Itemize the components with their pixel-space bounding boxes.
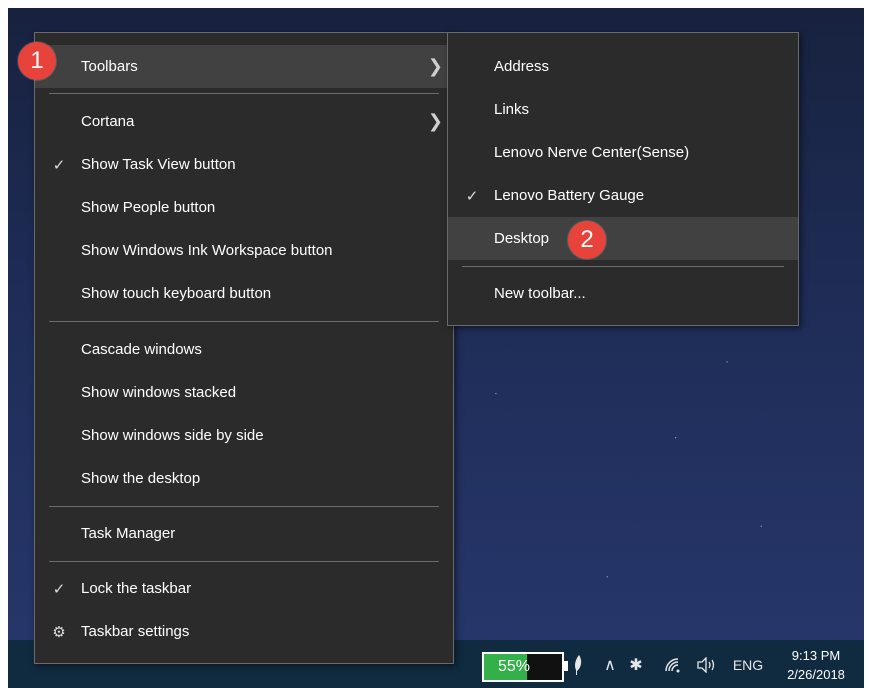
menu-item-label: Taskbar settings bbox=[81, 623, 190, 640]
battery-percent: 55% bbox=[498, 658, 531, 675]
gear-icon: ⚙ bbox=[52, 623, 66, 641]
menu-item-task-manager[interactable]: Task Manager bbox=[35, 512, 453, 555]
submenu-item-address[interactable]: Address bbox=[448, 45, 798, 88]
clock-time: 9:13 PM bbox=[791, 648, 841, 663]
bluetooth-gear-icon[interactable]: ✱ bbox=[626, 653, 646, 677]
chevron-up-icon[interactable]: ∧ bbox=[600, 653, 620, 677]
menu-item-show-touch-keyboard[interactable]: Show touch keyboard button bbox=[35, 272, 453, 315]
menu-divider bbox=[462, 266, 784, 267]
chevron-right-icon: ❯ bbox=[427, 56, 443, 76]
menu-item-label: Show windows stacked bbox=[81, 384, 237, 401]
menu-item-label: Show windows side by side bbox=[81, 427, 264, 444]
menu-item-label: Links bbox=[494, 101, 530, 118]
feather-icon[interactable] bbox=[570, 653, 586, 677]
step-badge-1: 1 bbox=[18, 42, 56, 80]
menu-item-label: New toolbar... bbox=[494, 285, 586, 302]
menu-item-label: Show Task View button bbox=[81, 156, 236, 173]
menu-item-label: Lenovo Battery Gauge bbox=[494, 187, 645, 204]
toolbars-submenu: Address Links Lenovo Nerve Center(Sense)… bbox=[447, 32, 799, 326]
step-badge-2: 2 bbox=[568, 221, 606, 259]
menu-item-show-people[interactable]: Show People button bbox=[35, 186, 453, 229]
submenu-item-desktop[interactable]: Desktop bbox=[448, 217, 798, 260]
check-icon: ✓ bbox=[52, 580, 66, 598]
menu-item-toolbars[interactable]: Toolbars ❯ bbox=[35, 45, 453, 88]
menu-item-label: Show Windows Ink Workspace button bbox=[81, 242, 333, 259]
menu-item-label: Cascade windows bbox=[81, 341, 202, 358]
menu-item-label: Toolbars bbox=[81, 58, 138, 75]
battery-gauge[interactable]: 55% bbox=[482, 652, 568, 682]
menu-item-show-desktop[interactable]: Show the desktop bbox=[35, 457, 453, 500]
menu-item-label: Show touch keyboard button bbox=[81, 285, 272, 302]
menu-item-side-by-side[interactable]: Show windows side by side bbox=[35, 414, 453, 457]
submenu-item-new-toolbar[interactable]: New toolbar... bbox=[448, 272, 798, 315]
menu-divider bbox=[49, 561, 439, 562]
menu-item-cascade-windows[interactable]: Cascade windows bbox=[35, 328, 453, 371]
clock[interactable]: 9:13 PM 2/26/2018 bbox=[776, 646, 856, 684]
battery-nub bbox=[564, 661, 568, 671]
menu-item-label: Desktop bbox=[494, 230, 550, 247]
menu-item-lock-taskbar[interactable]: ✓ Lock the taskbar bbox=[35, 567, 453, 610]
menu-item-label: Task Manager bbox=[81, 525, 176, 542]
menu-item-label: Cortana bbox=[81, 113, 135, 130]
wifi-icon[interactable] bbox=[662, 653, 684, 677]
language-indicator[interactable]: ENG bbox=[730, 653, 766, 677]
menu-item-show-ink-workspace[interactable]: Show Windows Ink Workspace button bbox=[35, 229, 453, 272]
menu-divider bbox=[49, 321, 439, 322]
menu-item-label: Lock the taskbar bbox=[81, 580, 192, 597]
chevron-right-icon: ❯ bbox=[427, 111, 443, 131]
clock-date: 2/26/2018 bbox=[787, 667, 845, 682]
submenu-item-links[interactable]: Links bbox=[448, 88, 798, 131]
menu-divider bbox=[49, 506, 439, 507]
menu-item-windows-stacked[interactable]: Show windows stacked bbox=[35, 371, 453, 414]
taskbar-context-menu: Toolbars ❯ Cortana ❯ ✓ Show Task View bu… bbox=[34, 32, 454, 664]
menu-divider bbox=[49, 93, 439, 94]
menu-item-show-task-view[interactable]: ✓ Show Task View button bbox=[35, 143, 453, 186]
menu-item-label: Lenovo Nerve Center(Sense) bbox=[494, 144, 690, 161]
submenu-item-lenovo-battery-gauge[interactable]: ✓ Lenovo Battery Gauge bbox=[448, 174, 798, 217]
menu-item-label: Show People button bbox=[81, 199, 216, 216]
menu-item-cortana[interactable]: Cortana ❯ bbox=[35, 100, 453, 143]
check-icon: ✓ bbox=[465, 187, 479, 205]
check-icon: ✓ bbox=[52, 156, 66, 174]
menu-item-label: Show the desktop bbox=[81, 470, 201, 487]
menu-item-label: Address bbox=[494, 58, 550, 75]
menu-item-taskbar-settings[interactable]: ⚙ Taskbar settings bbox=[35, 610, 453, 653]
volume-icon[interactable] bbox=[694, 653, 720, 677]
submenu-item-lenovo-nerve-center[interactable]: Lenovo Nerve Center(Sense) bbox=[448, 131, 798, 174]
